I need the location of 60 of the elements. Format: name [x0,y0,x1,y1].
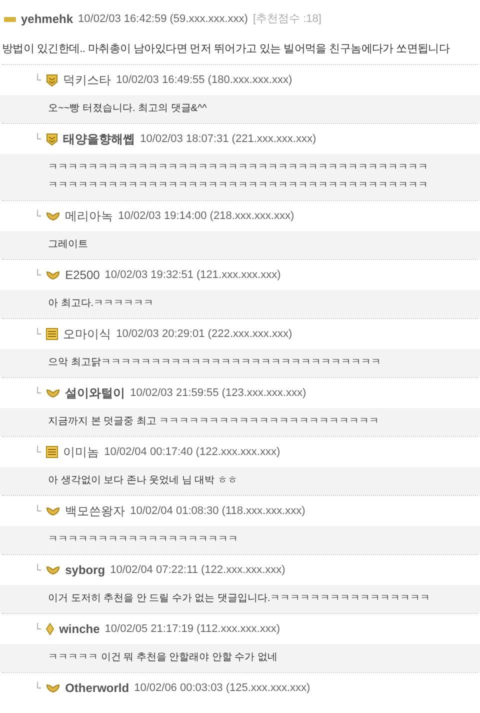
post-date: 10/02/04 00:17:40 [104,444,193,460]
reply-arrow: └ [34,444,42,460]
reply-text: ㅋㅋㅋㅋㅋㅋㅋㅋㅋㅋㅋㅋㅋㅋㅋㅋㅋㅋㅋㅋㅋㅋㅋㅋㅋㅋㅋㅋㅋㅋㅋㅋㅋㅋㅋㅋㅋㅋ [48,179,429,193]
reply-text: ㅋㅋㅋㅋㅋㅋㅋㅋㅋㅋㅋㅋㅋㅋㅋㅋㅋㅋㅋ [48,533,239,547]
ip-address: (122.xxx.xxx.xxx) [196,444,280,460]
reply-text: 지금까지 본 덧글중 최고 ㅋㅋㅋㅋㅋㅋㅋㅋㅋㅋㅋㅋㅋㅋㅋㅋㅋㅋㅋㅋㅋㅋ [48,415,380,429]
nickname[interactable]: 이미놈 [63,443,100,461]
post-date: 10/02/03 18:07:31 [140,132,229,147]
reply-arrow: └ [34,208,42,224]
reply-arrow: └ [34,268,42,282]
nickname[interactable]: 오마이식 [63,325,112,343]
reply-text: 으악 최고닭ㅋㅋㅋㅋㅋㅋㅋㅋㅋㅋㅋㅋㅋㅋㅋㅋㅋㅋㅋㅋㅋㅋㅋㅋㅋㅋㅋㅋ [48,356,382,370]
nickname[interactable]: 덕키스타 [63,71,112,89]
ip-address: (221.xxx.xxx.xxx) [232,132,316,147]
post-date: 10/02/03 19:32:51 [104,268,194,283]
ip-address: (118.xxx.xxx.xxx) [222,504,306,519]
reply-arrow: └ [34,622,42,636]
ip-address: (123.xxx.xxx.xxx) [222,386,306,401]
nickname[interactable]: syborg [65,561,106,579]
reply-text: 아 최고다.ㅋㅋㅋㅋㅋㅋ [48,297,155,311]
reply-text: 이거 도저히 추천을 안 드릴 수가 없는 댓글입니다.ㅋㅋㅋㅋㅋㅋㅋㅋㅋㅋㅋㅋㅋㅋㅋㅋ [48,592,432,606]
reply-arrow: └ [34,562,42,578]
recommend-score: [추천점수 :18] [252,12,322,27]
post-date: 10/02/05 21:17:19 [104,622,194,637]
post-date: 10/02/03 21:59:55 [130,386,219,401]
reply-arrow: └ [34,132,42,146]
comment-text: 방법이 있긴한데.. 마취총이 남아있다면 먼저 뛰어가고 있는 빌어먹을 친구놈에다가 쏘면됩니다 [2,42,450,57]
nickname[interactable]: E2500 [65,266,100,284]
ip-address: (122.xxx.xxx.xxx) [201,562,286,578]
nickname[interactable]: 설이와털이 [65,384,126,402]
reply-text: ㅋㅋㅋㅋㅋ 이건 뭐 추천을 안할래야 안할 수가 없네 [48,651,278,665]
ip-address: (125.xxx.xxx.xxx) [226,680,310,696]
post-date: 10/02/03 16:42:59 [78,12,167,27]
reply-text: 오~~빵 터졌습니다. 최고의 댓글&^^ [48,102,208,116]
reply-arrow: └ [34,72,42,88]
ip-address: (112.xxx.xxx.xxx) [196,622,280,637]
ip-address: (59.xxx.xxx.xxx) [170,12,248,27]
nickname[interactable]: winche [59,620,100,638]
nickname[interactable]: 백모쓴왕자 [65,502,126,520]
post-date: 10/02/03 16:49:55 [116,72,205,88]
ip-address: (121.xxx.xxx.xxx) [196,268,281,283]
ip-address: (218.xxx.xxx.xxx) [210,208,294,224]
post-date: 10/02/03 19:14:00 [118,208,207,224]
reply-arrow: └ [34,680,42,696]
ip-address: (222.xxx.xxx.xxx) [208,326,292,342]
post-date: 10/02/06 00:03:03 [134,680,223,696]
reply-arrow: └ [34,504,42,518]
post-date: 10/02/04 01:08:30 [130,504,219,519]
ip-address: (180.xxx.xxx.xxx) [208,72,292,88]
nickname[interactable]: 태양을향해쏍 [63,130,136,148]
nickname[interactable]: yehmehk [21,10,74,28]
nickname[interactable]: Otherworld [65,679,130,697]
reply-text: 그레이트 [48,238,89,252]
reply-arrow: └ [34,386,42,400]
reply-text: ㅋㅋㅋㅋㅋㅋㅋㅋㅋㅋㅋㅋㅋㅋㅋㅋㅋㅋㅋㅋㅋㅋㅋㅋㅋㅋㅋㅋㅋㅋㅋㅋㅋㅋㅋㅋㅋㅋ [48,161,429,175]
post-date: 10/02/04 07:22:11 [110,562,198,578]
nickname[interactable]: 메리아녹 [65,207,114,225]
reply-text: 아 생각없이 보다 존나 웃었네 님 대박 ㅎㅎ [48,474,238,488]
post-date: 10/02/03 20:29:01 [116,326,205,342]
reply-arrow: └ [34,326,42,342]
